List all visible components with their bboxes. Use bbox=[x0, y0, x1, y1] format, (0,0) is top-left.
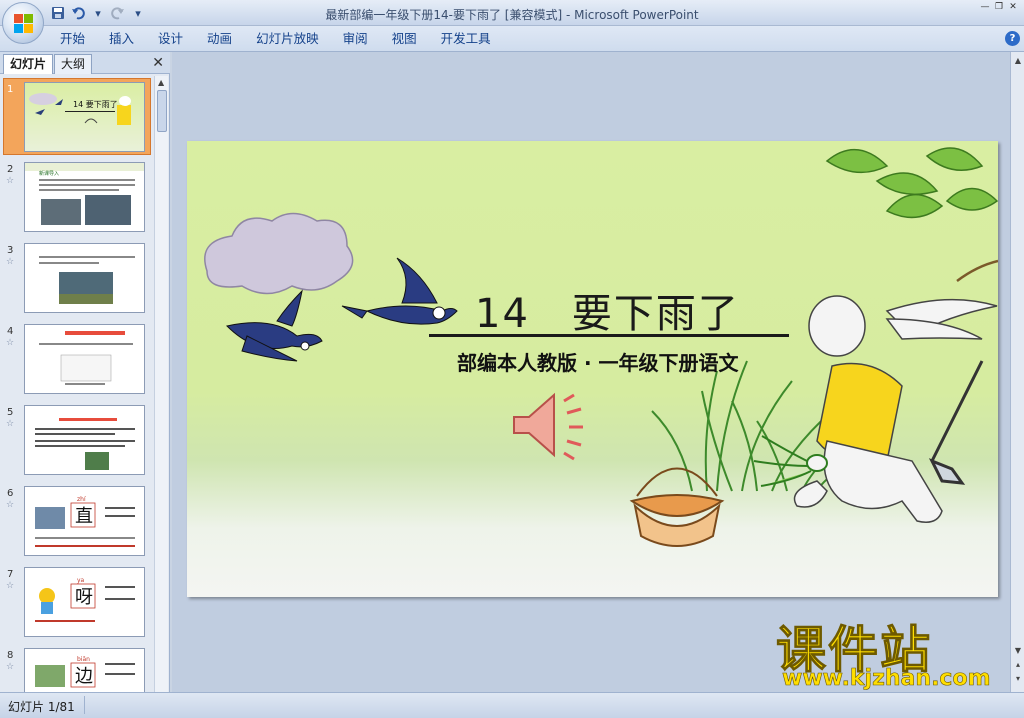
previous-slide-icon[interactable]: ▴ bbox=[1013, 660, 1023, 670]
thumbnail-number: 6 bbox=[7, 488, 14, 499]
ribbon: 开始 插入 设计 动画 幻灯片放映 审阅 视图 开发工具 ? bbox=[0, 26, 1024, 52]
tab-animations[interactable]: 动画 bbox=[195, 26, 244, 52]
thumbnail-5[interactable]: 5 ☆ bbox=[0, 403, 154, 479]
slide-preview-art: 14 要下雨了 bbox=[29, 93, 131, 125]
slide-preview-art: biān 边 bbox=[35, 656, 135, 688]
slide-preview-art: ya 呀 bbox=[35, 577, 135, 622]
thumbnail-preview[interactable]: 新课导入 bbox=[24, 162, 145, 232]
thumbnail-pinyin: biān bbox=[77, 656, 90, 663]
minimize-icon[interactable]: — bbox=[978, 1, 992, 13]
thumbnail-preview[interactable] bbox=[24, 405, 145, 475]
cloud bbox=[204, 212, 354, 295]
animation-star-icon: ☆ bbox=[6, 419, 15, 429]
thumbnail-caption: 新课导入 bbox=[39, 170, 59, 177]
thumbnail-2[interactable]: 2 ☆ 新课导入 bbox=[0, 160, 154, 236]
basket bbox=[629, 467, 725, 547]
thumbnail-preview[interactable]: zhí 直 bbox=[24, 486, 145, 556]
thumbnail-number: 3 bbox=[7, 245, 14, 256]
status-bar: 幻灯片 1/81 bbox=[0, 692, 1024, 718]
tab-developer[interactable]: 开发工具 bbox=[429, 26, 503, 52]
slide-subtitle[interactable]: 部编本人教版 · 一年级下册语文 bbox=[457, 347, 739, 376]
slide-canvas[interactable]: 14 要下雨了 部编本人教版 · 一年级下册语文 bbox=[187, 141, 998, 597]
thumbnail-preview[interactable] bbox=[24, 324, 145, 394]
scroll-down-icon[interactable]: ▼ bbox=[1013, 646, 1023, 656]
tab-design[interactable]: 设计 bbox=[146, 26, 195, 52]
animation-star-icon: ☆ bbox=[6, 176, 15, 186]
close-icon[interactable]: ✕ bbox=[1006, 1, 1020, 13]
thumbnail-number: 1 bbox=[7, 84, 14, 95]
thumbnail-preview[interactable]: biān 边 bbox=[24, 648, 145, 692]
green-onions bbox=[753, 435, 828, 487]
tab-insert[interactable]: 插入 bbox=[97, 26, 146, 52]
thumbnail-pinyin: zhí bbox=[77, 496, 86, 503]
thumbnail-caption: 直 bbox=[75, 506, 93, 527]
animation-star-icon: ☆ bbox=[6, 338, 15, 348]
slides-pane: 幻灯片 大纲 ✕ 1 14 要下雨了 2 ☆ 新课导入 3 ☆ 4 ☆ 5 ☆ … bbox=[0, 52, 170, 692]
thumbnail-preview[interactable]: ya 呀 bbox=[24, 567, 145, 637]
thumbnail-6[interactable]: 6 ☆ zhí 直 bbox=[0, 484, 154, 560]
thumbnail-preview[interactable]: 14 要下雨了 bbox=[24, 82, 145, 152]
title-bar: ▾ ▾ 最新部编一年级下册14-要下雨了 [兼容模式] - Microsoft … bbox=[0, 0, 1024, 26]
thumbnail-number: 5 bbox=[7, 407, 14, 418]
thumbnail-7[interactable]: 7 ☆ ya 呀 bbox=[0, 565, 154, 641]
tab-outline[interactable]: 大纲 bbox=[54, 54, 93, 74]
tab-slideshow[interactable]: 幻灯片放映 bbox=[244, 26, 331, 52]
help-icon[interactable]: ? bbox=[1005, 31, 1020, 46]
thumbnail-list: 1 14 要下雨了 2 ☆ 新课导入 3 ☆ 4 ☆ 5 ☆ 6 ☆ zhí 直… bbox=[0, 76, 154, 692]
slide-preview-art bbox=[39, 256, 135, 304]
animation-star-icon: ☆ bbox=[6, 500, 15, 510]
thumbnail-preview[interactable] bbox=[24, 243, 145, 313]
watermark: 课件站 www.kjzhan.com bbox=[776, 610, 1006, 694]
thumbnail-4[interactable]: 4 ☆ bbox=[0, 322, 154, 398]
editor-scrollbar[interactable]: ▲ ▼ ▴ ▾ bbox=[1010, 52, 1024, 692]
thumbnail-3[interactable]: 3 ☆ bbox=[0, 241, 154, 317]
watermark-url: www.kjzhan.com bbox=[782, 666, 991, 692]
thumbnail-number: 7 bbox=[7, 569, 14, 580]
thumbnail-caption: 14 要下雨了 bbox=[73, 100, 118, 109]
tab-slides[interactable]: 幻灯片 bbox=[3, 54, 54, 74]
close-icon[interactable]: ✕ bbox=[152, 55, 164, 71]
thumbnail-1[interactable]: 1 14 要下雨了 bbox=[0, 80, 154, 156]
ribbon-tabs: 开始 插入 设计 动画 幻灯片放映 审阅 视图 开发工具 bbox=[48, 26, 503, 52]
thumbnail-number: 8 bbox=[7, 650, 14, 661]
rabbit bbox=[793, 295, 998, 523]
pane-tabs: 幻灯片 大纲 ✕ bbox=[0, 52, 170, 74]
animation-star-icon: ☆ bbox=[6, 662, 15, 672]
scroll-up-icon[interactable]: ▲ bbox=[1013, 56, 1023, 66]
restore-icon[interactable]: ❐ bbox=[992, 1, 1006, 13]
slide-preview-art: zhí 直 bbox=[35, 496, 135, 547]
status-divider bbox=[84, 696, 85, 714]
next-slide-icon[interactable]: ▾ bbox=[1013, 674, 1023, 684]
tab-review[interactable]: 审阅 bbox=[331, 26, 380, 52]
office-button[interactable] bbox=[2, 2, 44, 44]
animation-star-icon: ☆ bbox=[6, 581, 15, 591]
swallow-bird bbox=[341, 257, 458, 325]
tree-leaves bbox=[825, 147, 998, 219]
thumbnail-number: 4 bbox=[7, 326, 14, 337]
thumbnail-8[interactable]: 8 ☆ biān 边 bbox=[0, 646, 154, 692]
thumbnail-caption: 边 bbox=[75, 666, 93, 687]
title-underline bbox=[429, 334, 789, 337]
slide-title[interactable]: 14 要下雨了 bbox=[475, 281, 775, 339]
office-logo-icon bbox=[14, 14, 34, 34]
slide-preview-art: 新课导入 bbox=[25, 163, 144, 225]
slide-preview-art bbox=[35, 418, 135, 470]
tree-branch bbox=[956, 259, 998, 283]
tab-view[interactable]: 视图 bbox=[380, 26, 429, 52]
slide-counter: 幻灯片 1/81 bbox=[8, 700, 75, 714]
tab-home[interactable]: 开始 bbox=[48, 26, 97, 52]
scroll-up-icon[interactable]: ▲ bbox=[158, 78, 164, 87]
thumbnail-caption: 呀 bbox=[75, 587, 93, 608]
thumbnail-pinyin: ya bbox=[77, 577, 85, 584]
window-title: 最新部编一年级下册14-要下雨了 [兼容模式] - Microsoft Powe… bbox=[325, 8, 699, 22]
window-controls: — ❐ ✕ bbox=[978, 1, 1020, 13]
animation-star-icon: ☆ bbox=[6, 257, 15, 267]
thumbnail-number: 2 bbox=[7, 164, 14, 175]
hoe bbox=[928, 360, 984, 485]
speaker-icon[interactable] bbox=[509, 387, 599, 467]
scrollbar-thumb[interactable] bbox=[157, 90, 167, 132]
swallow-bird bbox=[226, 289, 323, 362]
slide-preview-art bbox=[39, 331, 133, 385]
thumbnail-scrollbar[interactable]: ▲ bbox=[154, 76, 168, 692]
